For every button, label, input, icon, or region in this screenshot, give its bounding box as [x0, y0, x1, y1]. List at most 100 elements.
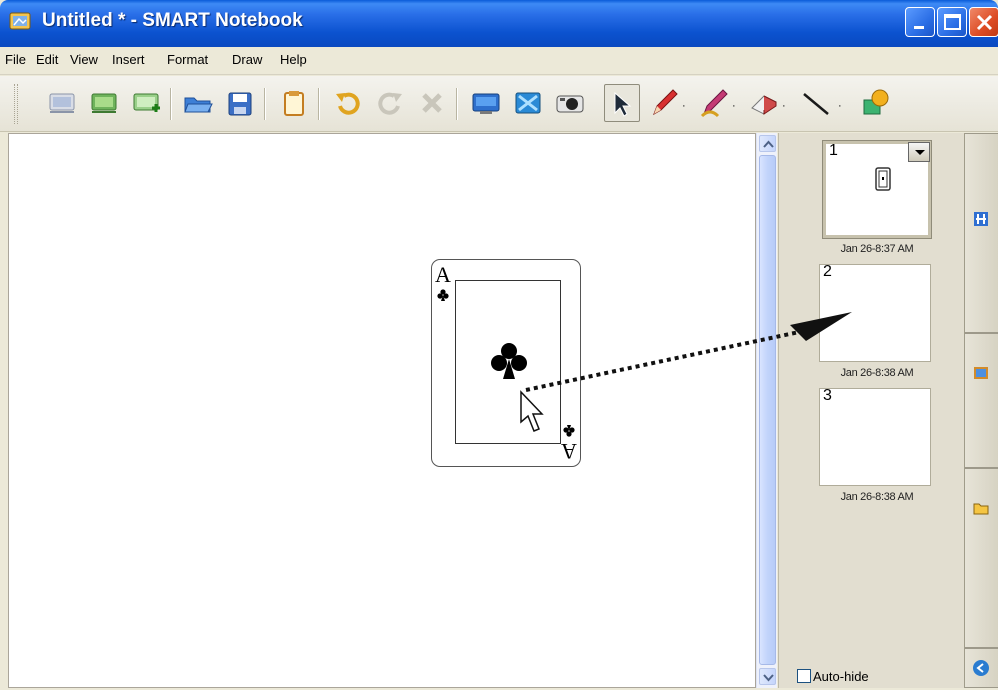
menu-format[interactable]: Format — [167, 52, 208, 67]
tab-gallery[interactable] — [965, 333, 998, 468]
page-sorter-icon — [974, 212, 988, 226]
page-date: Jan 26-8:38 AM — [840, 491, 914, 503]
club-suit-icon — [563, 425, 575, 437]
undo-icon — [336, 92, 360, 115]
playing-card-ace-of-clubs[interactable]: A A — [431, 259, 581, 467]
previous-page-button[interactable] — [44, 84, 80, 122]
screen-shade-button[interactable] — [510, 84, 546, 122]
gallery-icon — [974, 367, 988, 379]
shapes-icon — [863, 89, 889, 115]
window-title: Untitled * - SMART Notebook — [42, 10, 303, 31]
scroll-thumb[interactable] — [759, 155, 776, 665]
page-thumbnail[interactable]: 3 — [819, 387, 931, 486]
smart-notebook-window: Untitled * - SMART Notebook File Edit Vi… — [0, 0, 998, 690]
eraser-dropdown[interactable]: · — [782, 100, 786, 112]
open-file-icon — [184, 97, 213, 113]
pen-dropdown[interactable]: · — [682, 100, 686, 112]
screen-shade-icon — [515, 92, 541, 114]
autohide-checkbox[interactable] — [797, 669, 811, 683]
attachments-icon — [973, 503, 989, 515]
add-page-icon — [133, 93, 160, 112]
menu-help[interactable]: Help — [280, 52, 307, 67]
chevron-up-icon — [763, 140, 774, 148]
chevron-down-icon — [763, 674, 774, 682]
tab-attachments[interactable] — [965, 468, 998, 648]
minimize-button[interactable] — [905, 7, 935, 37]
page-number: 3 — [823, 387, 832, 404]
scroll-up-button[interactable] — [759, 135, 776, 152]
add-page-button[interactable] — [128, 84, 164, 122]
tab-page-sorter[interactable] — [965, 133, 998, 333]
toolbar-separator — [264, 88, 266, 120]
menu-file[interactable]: File — [5, 52, 26, 67]
undo-button[interactable] — [330, 84, 366, 122]
menu-edit[interactable]: Edit — [36, 52, 58, 67]
page-sorter-panel: 1 Jan 26-8:37 AM 2 Jan 26-8:38 AM 3 Jan … — [778, 133, 964, 688]
pen-icon — [653, 89, 678, 116]
creative-pen-button[interactable] — [696, 84, 732, 122]
properties-icon — [973, 660, 989, 676]
canvas-scrollbar[interactable] — [756, 133, 777, 688]
card-rank-bottom: A — [561, 439, 577, 464]
creative-pen-dropdown[interactable]: · — [732, 100, 736, 112]
close-button[interactable] — [969, 7, 998, 37]
club-suit-icon — [437, 289, 449, 301]
select-tool-button[interactable] — [604, 84, 640, 122]
toolbar-separator — [170, 88, 172, 120]
capture-icon — [556, 95, 584, 113]
save-button[interactable] — [222, 84, 258, 122]
next-page-button[interactable] — [86, 84, 122, 122]
line-tool-button[interactable] — [798, 84, 834, 122]
page-date: Jan 26-8:38 AM — [840, 367, 914, 379]
save-icon — [228, 92, 252, 116]
page-thumbnail[interactable]: 1 — [822, 140, 932, 239]
paste-button[interactable] — [276, 84, 312, 122]
autohide-label: Auto-hide — [813, 669, 869, 684]
page-number: 1 — [829, 142, 838, 159]
full-screen-icon — [472, 93, 500, 114]
toolbar-separator — [318, 88, 320, 120]
smart-notebook-app-icon — [9, 12, 31, 30]
menu-insert[interactable]: Insert — [112, 52, 145, 67]
eraser-icon — [751, 95, 777, 115]
page-menu-button[interactable] — [908, 142, 930, 162]
close-icon — [976, 14, 993, 31]
maximize-icon — [944, 14, 961, 30]
tab-properties[interactable] — [965, 648, 998, 688]
page-number: 2 — [823, 263, 832, 280]
capture-button[interactable] — [552, 84, 588, 122]
card-rank-top: A — [435, 262, 451, 287]
menu-view[interactable]: View — [70, 52, 98, 67]
page-thumbnail[interactable]: 2 — [819, 263, 931, 362]
club-suit-icon — [491, 343, 527, 379]
whiteboard-page[interactable]: A A — [8, 133, 756, 688]
maximize-button[interactable] — [937, 7, 967, 37]
delete-button[interactable] — [414, 84, 450, 122]
delete-icon — [422, 93, 442, 113]
open-file-button[interactable] — [180, 84, 216, 122]
page-date: Jan 26-8:37 AM — [840, 243, 914, 255]
card-face-frame — [455, 280, 561, 444]
redo-button[interactable] — [372, 84, 408, 122]
minimize-icon — [914, 26, 924, 29]
pen-tool-button[interactable] — [646, 84, 682, 122]
full-screen-button[interactable] — [468, 84, 504, 122]
previous-page-icon — [49, 93, 75, 113]
select-arrow-icon — [614, 91, 632, 117]
scroll-down-button[interactable] — [759, 668, 776, 685]
chevron-down-icon — [915, 150, 925, 155]
paste-icon — [284, 91, 304, 116]
eraser-button[interactable] — [746, 84, 782, 122]
toolbar-grip[interactable] — [14, 84, 18, 124]
shapes-button[interactable] — [856, 84, 892, 122]
line-icon — [803, 93, 829, 115]
card-thumbnail-icon — [875, 167, 891, 191]
next-page-icon — [91, 93, 117, 113]
side-tab-strip — [964, 133, 998, 688]
redo-icon — [378, 92, 402, 115]
title-bar[interactable]: Untitled * - SMART Notebook — [0, 0, 998, 47]
toolbar: · · · · — [0, 76, 998, 132]
menu-draw[interactable]: Draw — [232, 52, 262, 67]
line-dropdown[interactable]: · — [838, 100, 842, 112]
autohide-toggle[interactable]: Auto-hide — [797, 669, 869, 684]
